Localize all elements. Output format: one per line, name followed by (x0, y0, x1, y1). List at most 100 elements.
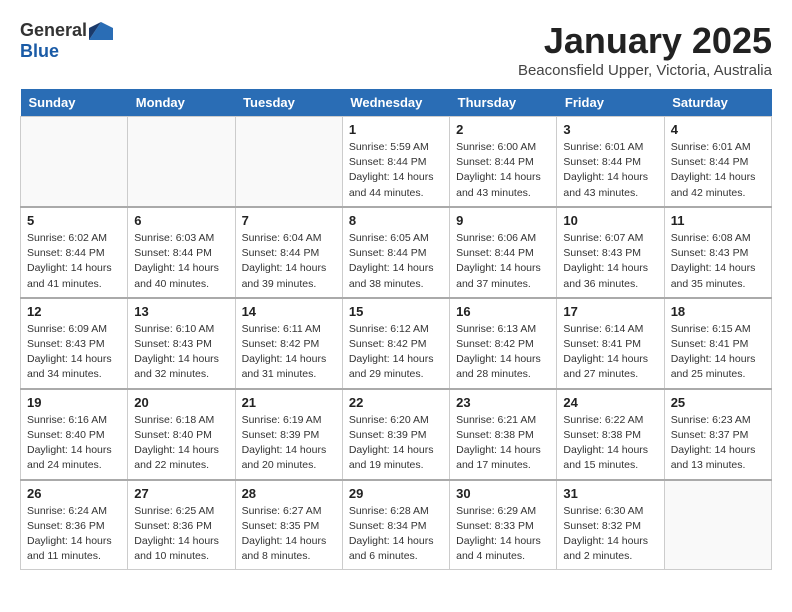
calendar-cell: 30Sunrise: 6:29 AM Sunset: 8:33 PM Dayli… (450, 480, 557, 570)
calendar-cell: 17 Sunrise: 6:14 AM Sunset: 8:41 PM Dayli… (557, 298, 664, 389)
day-info: Sunrise: 6:14 AM Sunset: 8:41 PM Dayligh… (563, 322, 657, 383)
calendar-cell: 12 Sunrise: 6:09 AM Sunset: 8:43 PM Dayli… (21, 298, 128, 389)
day-info: Sunrise: 6:09 AM Sunset: 8:43 PM Dayligh… (27, 322, 121, 383)
day-number: 25 (671, 395, 765, 410)
calendar-cell: 21 Sunrise: 6:19 AM Sunset: 8:39 PM Dayli… (235, 389, 342, 480)
calendar-cell: 9 Sunrise: 6:06 AM Sunset: 8:44 PM Daylig… (450, 207, 557, 298)
title-section: January 2025 Beaconsfield Upper, Victori… (518, 20, 772, 79)
day-info: Sunrise: 6:13 AM Sunset: 8:42 PM Dayligh… (456, 322, 550, 383)
calendar-cell: 15Sunrise: 6:12 AM Sunset: 8:42 PM Dayli… (342, 298, 449, 389)
day-info: Sunrise: 6:24 AM Sunset: 8:36 PM Dayligh… (27, 504, 121, 565)
calendar-cell: 28 Sunrise: 6:27 AM Sunset: 8:35 PM Dayli… (235, 480, 342, 570)
calendar-cell: 26 Sunrise: 6:24 AM Sunset: 8:36 PM Dayli… (21, 480, 128, 570)
calendar-cell: 2 Sunrise: 6:00 AM Sunset: 8:44 PM Daylig… (450, 117, 557, 207)
weekday-header-friday: Friday (557, 89, 664, 117)
logo-icon (89, 22, 113, 40)
day-number: 15 (349, 304, 443, 319)
calendar-cell: 16 Sunrise: 6:13 AM Sunset: 8:42 PM Dayli… (450, 298, 557, 389)
month-title: January 2025 (518, 20, 772, 62)
calendar-cell: 19Sunrise: 6:16 AM Sunset: 8:40 PM Dayli… (21, 389, 128, 480)
logo-blue-text: Blue (20, 41, 59, 62)
calendar-cell: 23Sunrise: 6:21 AM Sunset: 8:38 PM Dayli… (450, 389, 557, 480)
calendar-cell: 5 Sunrise: 6:02 AM Sunset: 8:44 PM Daylig… (21, 207, 128, 298)
day-number: 9 (456, 213, 550, 228)
day-info: Sunrise: 6:04 AM Sunset: 8:44 PM Dayligh… (242, 231, 336, 292)
calendar-cell: 4Sunrise: 6:01 AM Sunset: 8:44 PM Daylig… (664, 117, 771, 207)
week-row-4: 19Sunrise: 6:16 AM Sunset: 8:40 PM Dayli… (21, 389, 772, 480)
day-info: Sunrise: 6:10 AM Sunset: 8:43 PM Dayligh… (134, 322, 228, 383)
day-info: Sunrise: 6:06 AM Sunset: 8:44 PM Dayligh… (456, 231, 550, 292)
day-info: Sunrise: 6:27 AM Sunset: 8:35 PM Dayligh… (242, 504, 336, 565)
week-row-5: 26 Sunrise: 6:24 AM Sunset: 8:36 PM Dayli… (21, 480, 772, 570)
calendar-cell: 13Sunrise: 6:10 AM Sunset: 8:43 PM Dayli… (128, 298, 235, 389)
day-number: 26 (27, 486, 121, 501)
day-number: 5 (27, 213, 121, 228)
week-row-1: 1Sunrise: 5:59 AM Sunset: 8:44 PM Daylig… (21, 117, 772, 207)
day-info: Sunrise: 6:25 AM Sunset: 8:36 PM Dayligh… (134, 504, 228, 565)
calendar-cell: 27 Sunrise: 6:25 AM Sunset: 8:36 PM Dayli… (128, 480, 235, 570)
calendar-cell: 18Sunrise: 6:15 AM Sunset: 8:41 PM Dayli… (664, 298, 771, 389)
day-number: 19 (27, 395, 121, 410)
calendar-cell (235, 117, 342, 207)
weekday-header-saturday: Saturday (664, 89, 771, 117)
day-info: Sunrise: 6:19 AM Sunset: 8:39 PM Dayligh… (242, 413, 336, 474)
day-number: 28 (242, 486, 336, 501)
day-number: 30 (456, 486, 550, 501)
day-number: 27 (134, 486, 228, 501)
weekday-header-row: SundayMondayTuesdayWednesdayThursdayFrid… (21, 89, 772, 117)
day-number: 10 (563, 213, 657, 228)
day-number: 1 (349, 122, 443, 137)
day-number: 21 (242, 395, 336, 410)
day-number: 29 (349, 486, 443, 501)
logo: General Blue (20, 20, 113, 62)
day-number: 24 (563, 395, 657, 410)
day-number: 17 (563, 304, 657, 319)
day-number: 12 (27, 304, 121, 319)
week-row-3: 12 Sunrise: 6:09 AM Sunset: 8:43 PM Dayli… (21, 298, 772, 389)
day-info: Sunrise: 6:03 AM Sunset: 8:44 PM Dayligh… (134, 231, 228, 292)
calendar-cell: 31Sunrise: 6:30 AM Sunset: 8:32 PM Dayli… (557, 480, 664, 570)
calendar-cell (128, 117, 235, 207)
calendar-cell: 29Sunrise: 6:28 AM Sunset: 8:34 PM Dayli… (342, 480, 449, 570)
calendar-cell: 6 Sunrise: 6:03 AM Sunset: 8:44 PM Daylig… (128, 207, 235, 298)
day-number: 8 (349, 213, 443, 228)
day-info: Sunrise: 6:07 AM Sunset: 8:43 PM Dayligh… (563, 231, 657, 292)
day-number: 6 (134, 213, 228, 228)
weekday-header-thursday: Thursday (450, 89, 557, 117)
day-number: 23 (456, 395, 550, 410)
page-header: General Blue January 2025 Beaconsfield U… (20, 20, 772, 79)
calendar-cell: 7Sunrise: 6:04 AM Sunset: 8:44 PM Daylig… (235, 207, 342, 298)
day-info: Sunrise: 6:02 AM Sunset: 8:44 PM Dayligh… (27, 231, 121, 292)
weekday-header-tuesday: Tuesday (235, 89, 342, 117)
calendar-cell: 11Sunrise: 6:08 AM Sunset: 8:43 PM Dayli… (664, 207, 771, 298)
calendar-cell: 20 Sunrise: 6:18 AM Sunset: 8:40 PM Dayli… (128, 389, 235, 480)
day-number: 16 (456, 304, 550, 319)
day-number: 4 (671, 122, 765, 137)
day-number: 20 (134, 395, 228, 410)
calendar-cell: 8 Sunrise: 6:05 AM Sunset: 8:44 PM Daylig… (342, 207, 449, 298)
calendar-cell (21, 117, 128, 207)
day-info: Sunrise: 6:11 AM Sunset: 8:42 PM Dayligh… (242, 322, 336, 383)
weekday-header-wednesday: Wednesday (342, 89, 449, 117)
calendar-cell: 14 Sunrise: 6:11 AM Sunset: 8:42 PM Dayli… (235, 298, 342, 389)
location-subtitle: Beaconsfield Upper, Victoria, Australia (518, 62, 772, 79)
day-info: Sunrise: 6:05 AM Sunset: 8:44 PM Dayligh… (349, 231, 443, 292)
day-number: 18 (671, 304, 765, 319)
calendar-cell: 22 Sunrise: 6:20 AM Sunset: 8:39 PM Dayli… (342, 389, 449, 480)
day-info: Sunrise: 6:23 AM Sunset: 8:37 PM Dayligh… (671, 413, 765, 474)
day-info: Sunrise: 6:00 AM Sunset: 8:44 PM Dayligh… (456, 140, 550, 201)
day-number: 22 (349, 395, 443, 410)
day-info: Sunrise: 6:30 AM Sunset: 8:32 PM Dayligh… (563, 504, 657, 565)
calendar-cell: 10 Sunrise: 6:07 AM Sunset: 8:43 PM Dayli… (557, 207, 664, 298)
day-info: Sunrise: 6:20 AM Sunset: 8:39 PM Dayligh… (349, 413, 443, 474)
calendar-cell (664, 480, 771, 570)
day-number: 3 (563, 122, 657, 137)
day-number: 11 (671, 213, 765, 228)
day-info: Sunrise: 6:01 AM Sunset: 8:44 PM Dayligh… (563, 140, 657, 201)
calendar-cell: 1Sunrise: 5:59 AM Sunset: 8:44 PM Daylig… (342, 117, 449, 207)
calendar-table: SundayMondayTuesdayWednesdayThursdayFrid… (20, 89, 772, 570)
day-number: 2 (456, 122, 550, 137)
calendar-cell: 3 Sunrise: 6:01 AM Sunset: 8:44 PM Daylig… (557, 117, 664, 207)
day-number: 14 (242, 304, 336, 319)
day-info: Sunrise: 6:18 AM Sunset: 8:40 PM Dayligh… (134, 413, 228, 474)
